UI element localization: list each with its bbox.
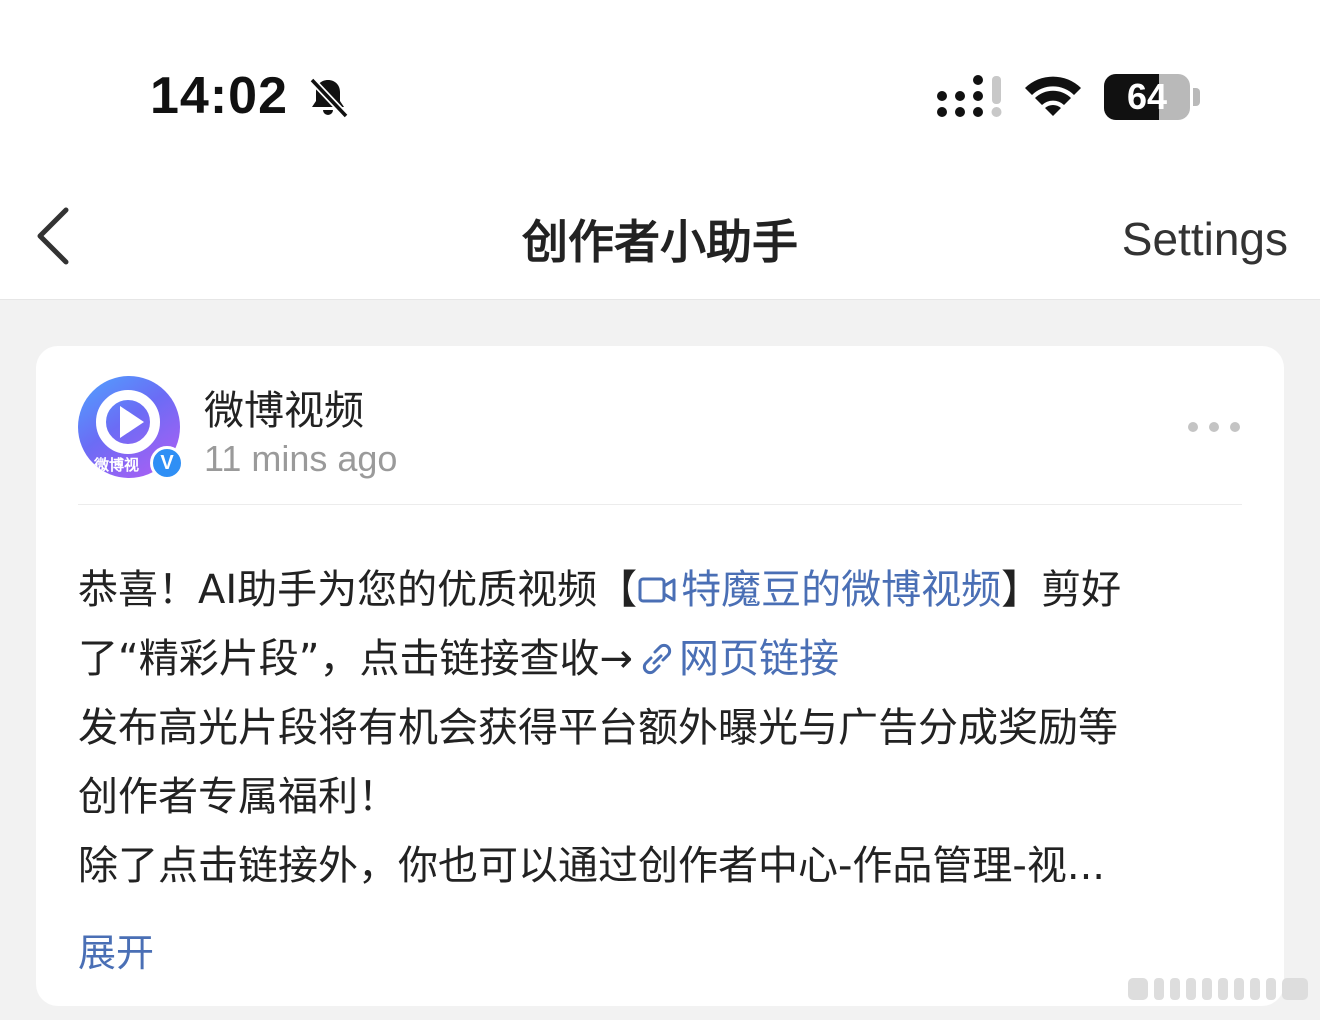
post-timestamp: 11 mins ago — [204, 438, 398, 479]
divider — [78, 504, 1242, 505]
video-camera-icon — [638, 577, 676, 603]
battery-icon: 64 — [1104, 74, 1200, 120]
message-card: 微博视 V 微博视频 11 mins ago 恭喜！AI助手为您的优质视频【 特魔… — [36, 346, 1284, 1006]
post-line-5: 除了点击链接外，你也可以通过创作者中心-作品管理-视... — [78, 843, 1106, 889]
nav-bar: 创作者小助手 Settings — [0, 170, 1320, 300]
verified-badge-icon: V — [150, 446, 184, 480]
expand-button[interactable]: 展开 — [78, 922, 154, 977]
status-bar: 14:02 64 — [0, 0, 1320, 170]
web-link[interactable]: 网页链接 — [633, 636, 839, 682]
post-line-2: 了“精彩片段”，点击链接查收→ 网页链接 — [78, 625, 1248, 694]
more-options-icon[interactable] — [1186, 416, 1242, 436]
more-dot — [1188, 422, 1198, 432]
post-text: 了“精彩片段”，点击链接查收→ — [78, 636, 633, 682]
settings-button[interactable]: Settings — [1122, 212, 1288, 266]
post-line-4: 创作者专属福利！ — [78, 774, 398, 820]
avatar-text: 微博视 — [94, 456, 140, 474]
cellular-signal-icon — [937, 75, 1002, 117]
more-dot — [1230, 422, 1240, 432]
more-dot — [1209, 422, 1219, 432]
battery-level: 64 — [1126, 76, 1168, 117]
post-line-3: 发布高光片段将有机会获得平台额外曝光与广告分成奖励等 — [78, 705, 1118, 751]
wifi-icon — [1025, 76, 1081, 116]
home-indicator — [1128, 978, 1308, 1000]
post-body: 恭喜！AI助手为您的优质视频【 特魔豆的微博视频】剪好 了“精彩片段”，点击链接查… — [78, 556, 1248, 901]
avatar[interactable]: 微博视 V — [78, 376, 184, 480]
bell-slash-icon — [309, 77, 349, 119]
battery-body: 64 — [1104, 74, 1190, 120]
play-icon — [120, 406, 144, 438]
video-link-label: 特魔豆的微博视频 — [681, 567, 1002, 613]
post-line-1: 恭喜！AI助手为您的优质视频【 特魔豆的微博视频】剪好 — [78, 556, 1248, 625]
video-link[interactable]: 特魔豆的微博视频 — [637, 567, 1001, 613]
web-link-label: 网页链接 — [678, 636, 839, 682]
link-icon — [642, 643, 672, 675]
post-text: 】剪好 — [1001, 567, 1122, 613]
status-time: 14:02 — [150, 67, 288, 125]
post-text: 恭喜！AI助手为您的优质视频【 — [78, 567, 638, 613]
battery-nub — [1193, 88, 1200, 106]
author-name[interactable]: 微博视频 — [204, 378, 364, 436]
